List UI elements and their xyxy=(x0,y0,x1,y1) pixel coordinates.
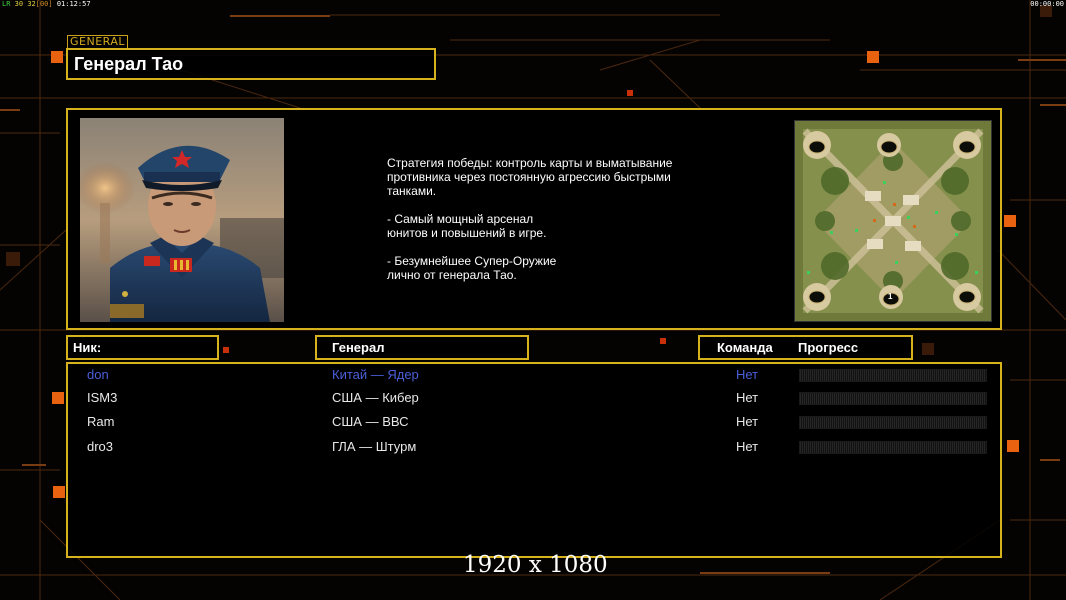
general-section-tag: GENERAL xyxy=(67,35,129,49)
player-progress-bar xyxy=(799,392,987,405)
player-team: Нет xyxy=(736,390,759,405)
fps-counter: LR 30 32[00] 01:12:57 xyxy=(2,0,91,8)
column-header-team-label: Команда xyxy=(717,340,773,355)
player-nick: ISM3 xyxy=(87,390,118,405)
player-progress-bar xyxy=(799,369,987,382)
player-team: Нет xyxy=(736,439,759,454)
player-nick: dro3 xyxy=(87,439,114,454)
column-header-nick: Ник: xyxy=(66,335,219,360)
player-team: Нет xyxy=(736,367,759,382)
player-progress-bar xyxy=(799,416,987,429)
map-preview: 1 xyxy=(794,120,992,322)
general-description: Стратегия победы: контроль карты и вымат… xyxy=(387,156,673,282)
column-header-progress-label: Прогресс xyxy=(798,340,859,355)
fps-value-b: 32 xyxy=(27,0,36,8)
column-header-nick-label: Ник: xyxy=(73,340,102,355)
player-row: don Китай — Ядер Нет xyxy=(68,365,1000,385)
players-list: don Китай — Ядер Нет ISM3 США — Кибер Не… xyxy=(66,362,1002,558)
fps-value-a: 30 xyxy=(14,0,24,8)
player-progress-bar xyxy=(799,441,987,454)
player-team: Нет xyxy=(736,414,759,429)
general-info-panel: Стратегия победы: контроль карты и вымат… xyxy=(66,108,1002,330)
fps-time: 01:12:57 xyxy=(56,0,91,8)
fps-value-c: [00] xyxy=(35,0,53,8)
player-row: ISM3 США — Кибер Нет xyxy=(68,388,1000,408)
player-nick: Ram xyxy=(87,414,115,429)
column-header-team-progress: Команда Прогресс xyxy=(698,335,913,360)
column-header-general: Генерал xyxy=(315,335,529,360)
fps-prefix: LR xyxy=(2,0,11,8)
player-nick: don xyxy=(87,367,109,382)
general-title: Генерал Тао xyxy=(74,54,184,74)
general-title-box: Генерал Тао xyxy=(66,48,436,80)
player-general: США — Кибер xyxy=(332,390,419,405)
general-portrait xyxy=(80,118,284,322)
player-row: dro3 ГЛА — Штурм Нет xyxy=(68,437,1000,457)
player-row: Ram США — ВВС Нет xyxy=(68,412,1000,432)
resolution-label: 1920 x 1080 xyxy=(463,552,608,578)
top-right-clock: 00:00:00 xyxy=(1030,0,1064,8)
player-general: Китай — Ядер xyxy=(332,367,419,382)
player-general: США — ВВС xyxy=(332,414,409,429)
column-header-general-label: Генерал xyxy=(332,340,385,355)
map-start-marker: 1 xyxy=(888,292,893,301)
player-general: ГЛА — Штурм xyxy=(332,439,417,454)
